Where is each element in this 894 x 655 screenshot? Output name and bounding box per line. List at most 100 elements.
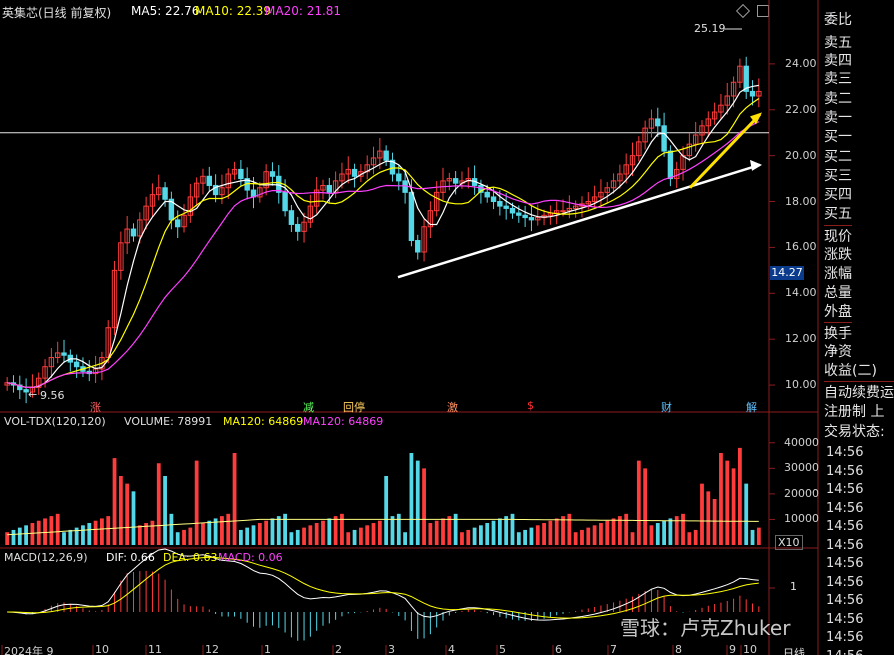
candle-body — [484, 191, 490, 198]
price-tick-label: 22.00 — [785, 102, 817, 116]
event-tag-ji[interactable]: 激 — [447, 399, 458, 415]
x-axis-label: 8 — [675, 643, 682, 655]
ma20-line — [7, 121, 760, 388]
macd-dea: DEA: 0.63 — [163, 551, 218, 564]
candle-body — [749, 90, 756, 97]
low-marker-arrow: ← — [28, 388, 38, 401]
sidebar-field-label[interactable]: 自动续费运 — [824, 381, 894, 402]
event-tag-zhang[interactable]: 涨 — [90, 399, 101, 415]
candle-body — [655, 118, 661, 127]
candle-body — [396, 173, 402, 182]
sidebar-field-label: 买三 — [824, 168, 852, 184]
event-tag-huiting[interactable]: 回停 — [343, 399, 365, 415]
event-tag-cai[interactable]: 财 — [661, 399, 672, 415]
sidebar-field-label[interactable]: 注册制 上 — [824, 401, 884, 421]
x-axis-label: 1 — [264, 643, 271, 655]
stock-chart-window: 英集芯(日线 前复权) MA5: 22.76 MA10: 22.39 MA20:… — [0, 0, 894, 655]
trade-time: 14:56 — [826, 482, 864, 497]
x-axis — [1, 645, 742, 655]
candle-body — [206, 175, 213, 186]
sidebar-field-label: 委比 — [824, 12, 852, 28]
x-axis-label: 3 — [388, 643, 395, 655]
x-axis-label: 2 — [335, 643, 342, 655]
candle-body — [452, 178, 459, 184]
candle-body — [282, 191, 288, 212]
event-tag-dollar[interactable]: $ — [527, 399, 534, 412]
macd-indicator-name: MACD(12,26,9) — [4, 551, 88, 564]
trendlines — [397, 28, 762, 279]
sidebar-field-label: 卖一 — [824, 110, 852, 126]
trade-time: 14:56 — [826, 593, 864, 608]
event-tag-jie[interactable]: 解 — [746, 399, 757, 415]
price-tick-label: 16.00 — [785, 240, 817, 254]
sidebar-field-label: 涨跌 — [824, 247, 852, 263]
price-grid — [0, 63, 775, 386]
candle-body — [295, 223, 301, 232]
sidebar-field-label: 卖三 — [824, 71, 852, 87]
period-label[interactable]: 日线 — [783, 645, 805, 655]
x-axis-label: 7 — [610, 643, 617, 655]
candle-body — [415, 240, 421, 253]
trade-time: 14:56 — [826, 537, 864, 553]
candle-body — [490, 196, 497, 203]
macd-axis-label: 1 — [790, 580, 797, 593]
candle-body — [326, 184, 333, 193]
volume-tick-label: 20000 — [784, 486, 819, 500]
white-trendline-arrowhead — [750, 159, 762, 171]
sidebar-field-label: 卖四 — [824, 53, 852, 69]
candle-body — [73, 361, 80, 368]
sidebar-field-label: 外盘 — [824, 304, 852, 320]
trade-time: 14:56 — [826, 630, 864, 645]
sidebar-field-label: 买一 — [824, 129, 852, 145]
x-axis-label: 5 — [499, 643, 506, 655]
trade-time: 14:56 — [826, 519, 864, 534]
sidebar-field-label: 卖二 — [824, 91, 852, 107]
macd-dif: DIF: 0.66 — [106, 551, 155, 564]
macd-dea-line — [7, 556, 759, 619]
candle-body — [528, 217, 535, 221]
sidebar-field-label: 买二 — [824, 149, 852, 165]
candle-body — [522, 214, 528, 219]
volume-tick-label: 30000 — [784, 461, 819, 475]
moving-average-lines — [7, 84, 760, 388]
candle-body — [516, 212, 522, 216]
candle-body — [174, 219, 181, 228]
candle-body — [238, 168, 244, 180]
volume-ma120-a: MA120: 64869 — [223, 415, 304, 428]
candle-body — [560, 210, 566, 213]
candle-body — [269, 171, 276, 177]
x-axis-label: 11 — [148, 643, 162, 655]
candle-body — [288, 210, 295, 225]
sidebar-field-label: 现价 — [824, 225, 852, 246]
trade-time: 14:56 — [826, 445, 864, 460]
sidebar-field-label: 卖五 — [824, 35, 852, 51]
trade-time: 14:56 — [826, 463, 864, 479]
candle-body — [497, 201, 503, 207]
candle-body — [61, 352, 67, 356]
x-axis-label: 6 — [555, 643, 562, 655]
x-axis-label: 10 — [95, 643, 109, 655]
watermark: 雪球：卢克Zhuker — [620, 616, 791, 640]
event-tag-jian[interactable]: 减 — [303, 399, 314, 415]
sidebar-field-label: 买四 — [824, 187, 852, 203]
x-axis-label: 10 — [743, 643, 757, 655]
price-tick-label: 20.00 — [785, 148, 817, 162]
price-tick-label: 10.00 — [785, 378, 817, 392]
candle-body — [130, 228, 137, 237]
candle-body — [162, 187, 168, 200]
sidebar-field-label: 换手 — [824, 322, 852, 343]
sidebar-field-label: 收益(二) — [824, 363, 877, 379]
trade-time: 14:56 — [826, 500, 864, 516]
sidebar-field-label[interactable]: 交易状态: — [824, 421, 885, 441]
high-marker: 25.19 — [694, 22, 726, 35]
current-price-tag: 14.27 — [770, 266, 804, 280]
candle-body — [503, 205, 509, 209]
macd-value: MACD: 0.06 — [218, 551, 283, 564]
sidebar-field-label: 净资 — [824, 344, 852, 360]
volume-scale-x10[interactable]: X10 — [775, 535, 803, 550]
candle-body — [383, 150, 389, 161]
sidebar-field-label: 总量 — [824, 285, 852, 301]
trade-time: 14:56 — [826, 574, 864, 590]
price-tick-label: 14.00 — [785, 286, 817, 300]
candle-body — [661, 125, 667, 152]
